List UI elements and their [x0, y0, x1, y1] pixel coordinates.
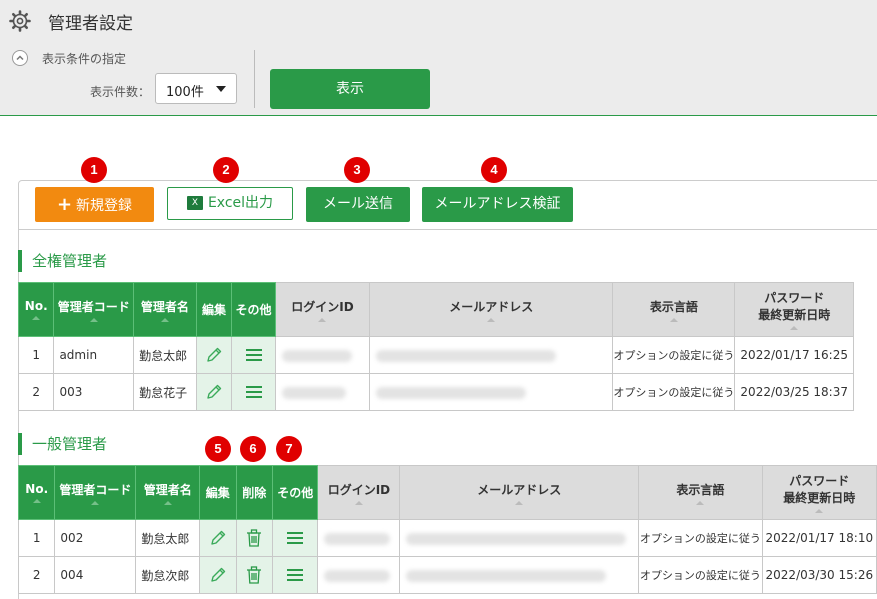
menu-icon[interactable] [271, 519, 319, 557]
show-button[interactable]: 表示 [270, 69, 430, 109]
edit-icon[interactable] [199, 519, 237, 557]
col-header-lang[interactable]: 表示言語 [638, 465, 763, 520]
table-row: 2 004 勤怠次郎 オプションの設定に従う 2022/03/30 15:26 [17, 556, 877, 594]
menu-icon[interactable] [271, 556, 319, 594]
plus-icon: + [56, 194, 73, 215]
general-admins-title: 一般管理者 [18, 433, 107, 455]
table-row: 2 003 勤怠花子 オプションの設定に従う 2022/03/25 18:37 [17, 373, 854, 411]
login-id-masked [274, 336, 371, 374]
table-row: 1 admin 勤怠太郎 オプションの設定に従う 2022/01/17 16:2… [17, 336, 854, 374]
col-header-name[interactable]: 管理者名 [133, 282, 197, 337]
badge-6: 6 [240, 436, 266, 462]
col-header-name[interactable]: 管理者名 [135, 465, 201, 520]
full-admins-title: 全権管理者 [18, 250, 107, 272]
excel-icon: X [186, 196, 203, 210]
email-masked [369, 373, 614, 411]
col-header-no[interactable]: No. [17, 282, 55, 337]
login-id-masked [274, 373, 371, 411]
col-header-other: その他 [271, 465, 319, 520]
col-header-password-updated[interactable]: パスワード 最終更新日時 [761, 465, 877, 520]
excel-export-label: Excel出力 [207, 195, 274, 211]
edit-icon[interactable] [199, 556, 237, 594]
col-header-code[interactable]: 管理者コード [54, 465, 137, 520]
chevron-down-icon [216, 86, 226, 92]
count-select[interactable]: 100件 [155, 73, 237, 104]
badge-2: 2 [213, 157, 239, 183]
col-header-password-updated[interactable]: パスワード 最終更新日時 [734, 282, 854, 337]
table-row: 1 002 勤怠太郎 オプションの設定に従う 2022/01/17 18:10 [17, 519, 877, 557]
trash-icon[interactable] [235, 519, 273, 557]
col-header-edit: 編集 [199, 465, 237, 520]
new-register-button[interactable]: + 新規登録 [35, 187, 154, 222]
trash-icon[interactable] [235, 556, 273, 594]
page-title: 管理者設定 [48, 14, 133, 34]
col-header-login[interactable]: ログインID [317, 465, 401, 520]
col-header-no[interactable]: No. [17, 465, 56, 520]
divider [254, 50, 255, 108]
full-admins-table: No. 管理者コード 管理者名 編集 その他 ログインID メールアドレス 表示… [17, 282, 854, 411]
collapse-toggle-icon[interactable] [12, 50, 28, 66]
col-header-edit: 編集 [195, 282, 233, 337]
email-masked [369, 336, 614, 374]
menu-icon[interactable] [231, 336, 276, 374]
new-register-label: 新規登録 [76, 198, 133, 214]
filter-section-label: 表示条件の指定 [42, 52, 127, 66]
excel-export-button[interactable]: X Excel出力 [167, 187, 293, 220]
col-header-lang[interactable]: 表示言語 [612, 282, 736, 337]
col-header-email[interactable]: メールアドレス [399, 465, 640, 520]
login-id-masked [317, 519, 401, 557]
badge-5: 5 [205, 436, 231, 462]
col-header-email[interactable]: メールアドレス [369, 282, 614, 337]
badge-7: 7 [276, 436, 302, 462]
count-select-value: 100件 [166, 85, 204, 100]
col-header-login[interactable]: ログインID [274, 282, 371, 337]
badge-1: 1 [81, 157, 107, 183]
verify-email-button[interactable]: メールアドレス検証 [422, 187, 573, 222]
badge-4: 4 [481, 157, 507, 183]
send-mail-button[interactable]: メール送信 [306, 187, 410, 222]
col-header-other: その他 [231, 282, 276, 337]
login-id-masked [317, 556, 401, 594]
toolbar-divider [18, 229, 877, 230]
general-admins-table: No. 管理者コード 管理者名 編集 削除 その他 ログインID メールアドレス… [17, 465, 877, 594]
count-label: 表示件数： [90, 85, 151, 99]
edit-icon[interactable] [195, 373, 233, 411]
badge-3: 3 [344, 157, 370, 183]
edit-icon[interactable] [195, 336, 233, 374]
email-masked [399, 556, 640, 594]
filter-panel: 表示条件の指定 表示件数： 100件 表示 [0, 42, 877, 116]
gear-icon [9, 10, 31, 32]
title-bar: 管理者設定 [0, 0, 877, 42]
email-masked [399, 519, 640, 557]
col-header-code[interactable]: 管理者コード [53, 282, 135, 337]
col-header-delete: 削除 [235, 465, 273, 520]
menu-icon[interactable] [231, 373, 276, 411]
